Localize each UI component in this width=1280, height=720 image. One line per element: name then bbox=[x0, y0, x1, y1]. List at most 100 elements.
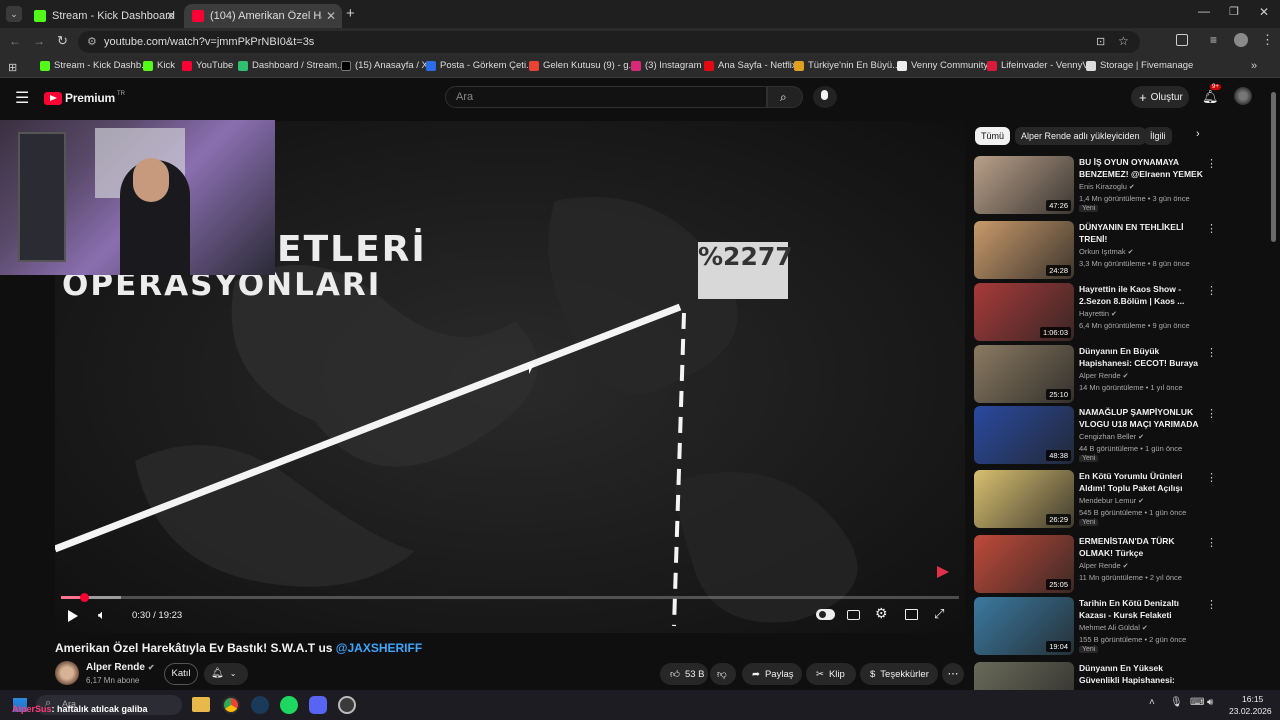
video-channel[interactable]: Orkun Işıtmak ✔ bbox=[1079, 247, 1134, 256]
miniplayer-icon[interactable] bbox=[905, 609, 918, 620]
video-channel[interactable]: Mehmet Ali Güldal ✔ bbox=[1079, 623, 1148, 632]
video-title[interactable]: BU İŞ OYUN OYNAMAYA BENZEMEZ! @Elraenn Y… bbox=[1079, 156, 1203, 180]
video-thumbnail[interactable]: 1:06:03 bbox=[974, 283, 1074, 341]
channel-avatar[interactable] bbox=[55, 661, 79, 685]
thanks-button[interactable]: $ Teşekkürler bbox=[860, 663, 938, 685]
site-info-icon[interactable]: ⚙ bbox=[87, 35, 97, 48]
channel-name[interactable]: Alper Rende ✔ bbox=[86, 662, 155, 673]
network-icon[interactable]: ⌨ bbox=[1190, 697, 1204, 708]
maximize-icon[interactable]: ❐ bbox=[1229, 5, 1239, 18]
video-title[interactable]: Hayrettin ile Kaos Show - 2.Sezon 8.Bölü… bbox=[1079, 283, 1203, 307]
forward-icon[interactable]: → bbox=[33, 34, 45, 48]
bookmark-item[interactable]: Ana Sayfa - Netflix bbox=[704, 60, 797, 71]
video-channel[interactable]: Mendebur Lemur ✔ bbox=[1079, 496, 1144, 505]
bookmark-item[interactable]: Lifeinvader - VennyV bbox=[987, 60, 1089, 71]
chevron-right-icon[interactable]: › bbox=[1196, 128, 1200, 140]
subscribed-notifications-button[interactable]: 🔔︎ ⌄ bbox=[204, 663, 248, 685]
video-thumbnail[interactable]: 48:38 bbox=[974, 406, 1074, 464]
page-scrollbar[interactable] bbox=[1271, 92, 1276, 242]
related-video[interactable]: 19:04 Tarihin En Kötü Denizaltı Kazası - … bbox=[974, 597, 1217, 655]
video-title-mention[interactable]: @JAXSHERIFF bbox=[336, 641, 422, 655]
address-bar[interactable]: ⚙ youtube.com/watch?v=jmmPkPrNBI0&t=3s ⊡… bbox=[78, 31, 1140, 53]
play-button[interactable] bbox=[68, 610, 78, 622]
join-button[interactable]: Katıl bbox=[164, 663, 198, 685]
video-title[interactable]: En Kötü Yorumlu Ürünleri Aldım! Toplu Pa… bbox=[1079, 470, 1203, 494]
video-title[interactable]: Dünyanın En Büyük Hapishanesi: CECOT! Bu… bbox=[1079, 345, 1203, 369]
more-bookmarks-icon[interactable]: » bbox=[1251, 60, 1257, 72]
tray-chevron-icon[interactable]: ˄ bbox=[1149, 697, 1155, 708]
bookmark-item[interactable]: Gelen Kutusu (9) - g... bbox=[529, 60, 636, 71]
more-options-icon[interactable]: ⋮ bbox=[1206, 407, 1217, 420]
video-title[interactable]: NAMAĞLUP ŞAMPİYONLUK VLOGU U18 MAÇI YARI… bbox=[1079, 406, 1203, 430]
subtitles-icon[interactable] bbox=[847, 610, 860, 620]
chip-from-uploader[interactable]: Alper Rende adlı yükleyiciden bbox=[1015, 127, 1146, 145]
menu-icon[interactable]: ≡ bbox=[1210, 33, 1217, 47]
new-tab-button[interactable]: + bbox=[346, 5, 355, 22]
video-thumbnail[interactable]: 24:28 bbox=[974, 221, 1074, 279]
related-video[interactable]: 25:10 Dünyanın En Büyük Hapishanesi: CECO… bbox=[974, 345, 1217, 403]
channel-watermark-icon[interactable] bbox=[937, 566, 949, 578]
more-options-icon[interactable]: ⋮ bbox=[1206, 471, 1217, 484]
video-thumbnail[interactable]: 25:10 bbox=[974, 345, 1074, 403]
bookmark-star-icon[interactable]: ☆ bbox=[1118, 34, 1129, 48]
bookmark-item[interactable]: Storage | Fivemanage bbox=[1086, 60, 1193, 71]
bookmark-item[interactable]: Posta - Görkem Çeti... bbox=[426, 60, 534, 71]
video-channel[interactable]: Cengizhan Beller ✔ bbox=[1079, 432, 1144, 441]
chrome-icon[interactable] bbox=[222, 696, 240, 714]
bookmark-item[interactable]: YouTube bbox=[182, 60, 233, 71]
clip-button[interactable]: ✂ Klip bbox=[806, 663, 856, 685]
close-window-icon[interactable]: ✕ bbox=[1259, 5, 1269, 19]
more-options-icon[interactable]: ⋮ bbox=[1206, 598, 1217, 611]
video-channel[interactable]: Alper Rende ✔ bbox=[1079, 371, 1129, 380]
video-channel[interactable]: Alper Rende ✔ bbox=[1079, 561, 1129, 570]
file-explorer-icon[interactable] bbox=[192, 697, 210, 712]
video-channel[interactable]: Enis Kirazoglu ✔ bbox=[1079, 182, 1135, 191]
more-options-icon[interactable]: ⋮ bbox=[1206, 536, 1217, 549]
bookmark-item[interactable]: Stream - Kick Dashb... bbox=[40, 60, 149, 71]
bookmark-item[interactable]: Venny Community bbox=[897, 60, 988, 71]
like-button[interactable]: 👍︎ 53 B bbox=[660, 663, 708, 685]
volume-icon[interactable]: 🔈︎ bbox=[98, 607, 106, 623]
more-options-icon[interactable]: ⋮ bbox=[1206, 157, 1217, 170]
close-icon[interactable]: ✕ bbox=[326, 9, 336, 23]
search-button[interactable]: ⌕ bbox=[767, 86, 803, 108]
related-video[interactable]: 26:29 En Kötü Yorumlu Ürünleri Aldım! Top… bbox=[974, 470, 1217, 528]
discord-icon[interactable] bbox=[309, 696, 327, 714]
video-title[interactable]: ERMENİSTAN'DA TÜRK OLMAK! Türkçe konuştu… bbox=[1079, 535, 1203, 559]
settings-gear-icon[interactable]: ⚙ bbox=[875, 605, 888, 622]
related-video[interactable]: 24:28 DÜNYANIN EN TEHLİKELİ TRENİ! Orkun I… bbox=[974, 221, 1217, 279]
bookmark-item[interactable]: (15) Anasayfa / X bbox=[341, 60, 428, 71]
more-actions-button[interactable]: ⋯ bbox=[942, 663, 964, 685]
account-avatar[interactable] bbox=[1234, 87, 1252, 105]
reload-icon[interactable]: ↻ bbox=[57, 33, 68, 49]
bookmark-item[interactable]: Türkiye'nin En Büyü... bbox=[794, 60, 900, 71]
more-options-icon[interactable]: ⋮ bbox=[1206, 663, 1208, 676]
chip-related[interactable]: İlgili bbox=[1144, 127, 1172, 145]
video-channel[interactable]: Hayrettin ✔ bbox=[1079, 309, 1117, 318]
search-input[interactable]: Ara bbox=[445, 86, 767, 108]
voice-search-button[interactable] bbox=[813, 86, 837, 108]
progress-bar-track[interactable] bbox=[61, 593, 959, 602]
steam-icon[interactable] bbox=[251, 696, 269, 714]
related-video[interactable]: 25:05 ERMENİSTAN'DA TÜRK OLMAK! Türkçe ko… bbox=[974, 535, 1217, 593]
bookmark-item[interactable]: Kick bbox=[143, 60, 175, 71]
install-icon[interactable]: ⊡ bbox=[1096, 35, 1105, 48]
volume-tray-icon[interactable]: 🔊︎ bbox=[1207, 697, 1213, 708]
video-thumbnail[interactable] bbox=[974, 662, 1074, 690]
autoplay-toggle[interactable] bbox=[816, 609, 835, 620]
extensions-icon[interactable] bbox=[1176, 34, 1188, 46]
close-icon[interactable]: ✕ bbox=[166, 9, 176, 23]
notifications-button[interactable]: 🔔︎ 9+ bbox=[1202, 84, 1221, 106]
profile-avatar[interactable] bbox=[1234, 33, 1248, 47]
bookmark-item[interactable]: Dashboard / Stream... bbox=[238, 60, 345, 71]
microphone-tray-icon[interactable]: 🎙︎ bbox=[1170, 697, 1183, 708]
more-options-icon[interactable]: ⋮ bbox=[1206, 284, 1217, 297]
related-video[interactable]: 1:06:03 Hayrettin ile Kaos Show - 2.Sezon… bbox=[974, 283, 1217, 341]
tab-kick-dashboard[interactable]: Stream - Kick Dashboard ✕ bbox=[26, 4, 182, 28]
video-thumbnail[interactable]: 26:29 bbox=[974, 470, 1074, 528]
clock-date[interactable]: 23.02.2026 bbox=[1229, 706, 1272, 716]
chip-all[interactable]: Tümü bbox=[975, 127, 1011, 145]
hamburger-menu-icon[interactable]: ☰ bbox=[15, 88, 29, 108]
apps-grid-icon[interactable]: ⊞ bbox=[8, 61, 17, 74]
dislike-button[interactable]: 👎︎ bbox=[710, 663, 736, 685]
